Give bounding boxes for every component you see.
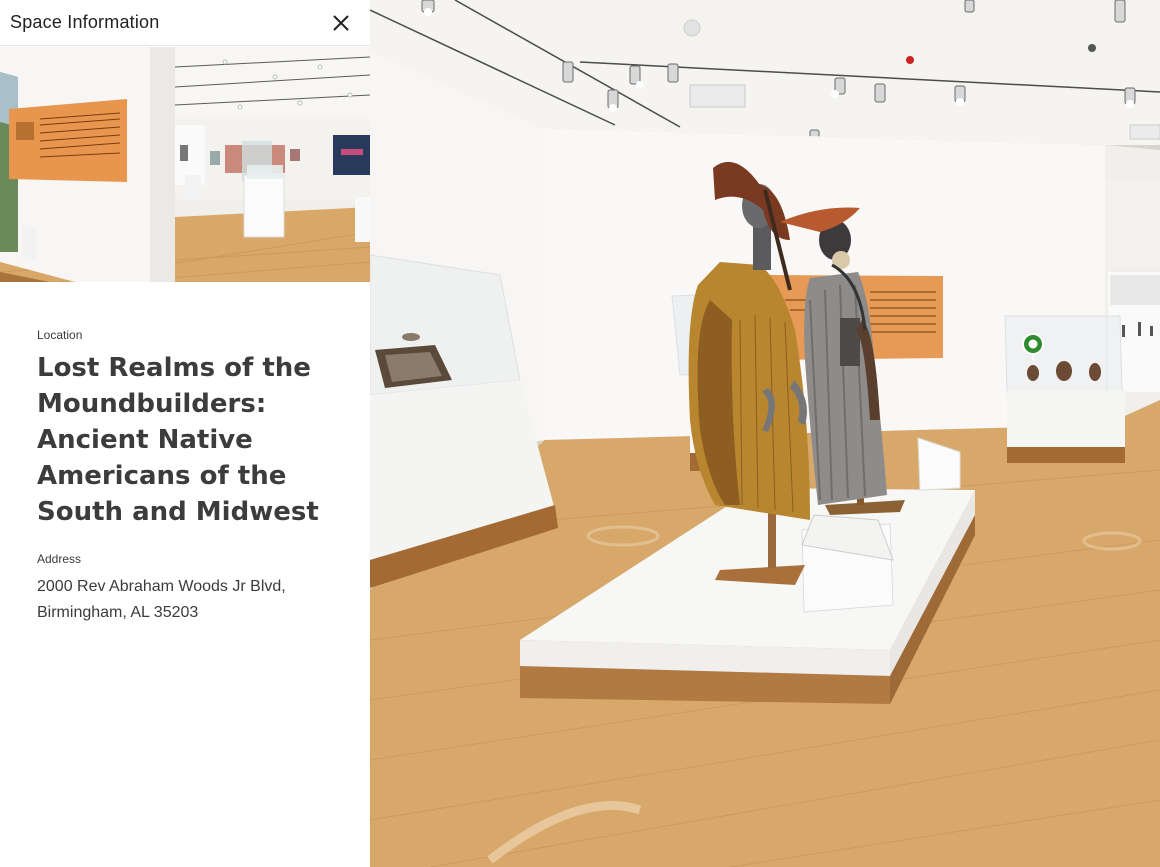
3d-tour-viewer[interactable] [370,0,1160,867]
space-details: Location Lost Realms of the Moundbuilder… [37,328,337,626]
gallery-scene [370,0,1160,867]
space-information-panel: Space Information Location Lost Realms o… [0,0,370,867]
space-preview-image [0,47,370,282]
address-text: 2000 Rev Abraham Woods Jr Blvd, Birmingh… [37,578,286,621]
close-icon [333,15,349,30]
panel-title: Space Information [10,12,160,32]
panel-header: Space Information [0,0,370,46]
location-name: Lost Realms of the Moundbuilders: Ancien… [37,353,319,527]
close-button[interactable] [328,10,354,36]
location-label: Location [37,328,83,342]
address-label: Address [37,552,82,566]
